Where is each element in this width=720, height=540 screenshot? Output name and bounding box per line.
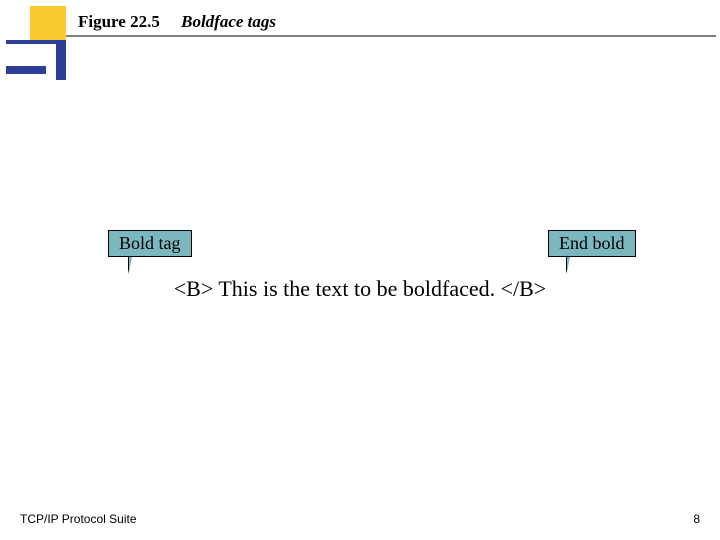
diagram-area: Bold tag End bold <B> This is the text t… [0, 230, 720, 350]
figure-number: Figure 22.5 [78, 12, 160, 31]
callout-pointer-right [566, 256, 580, 274]
callout-end-bold: End bold [548, 230, 636, 257]
figure-title: Figure 22.5 Boldface tags [78, 12, 276, 32]
header-rule [66, 35, 716, 37]
footer-source: TCP/IP Protocol Suite [20, 512, 137, 526]
decor-blue-bar-lower [6, 66, 46, 74]
figure-name: Boldface tags [181, 12, 276, 31]
slide-footer: TCP/IP Protocol Suite 8 [20, 512, 700, 526]
callout-pointer-left [128, 256, 142, 274]
callout-bold-tag: Bold tag [108, 230, 192, 257]
example-code-line: <B> This is the text to be boldfaced. </… [0, 276, 720, 302]
decor-yellow-square [30, 6, 66, 42]
decor-blue-vert [56, 42, 66, 80]
page-number: 8 [693, 512, 700, 526]
